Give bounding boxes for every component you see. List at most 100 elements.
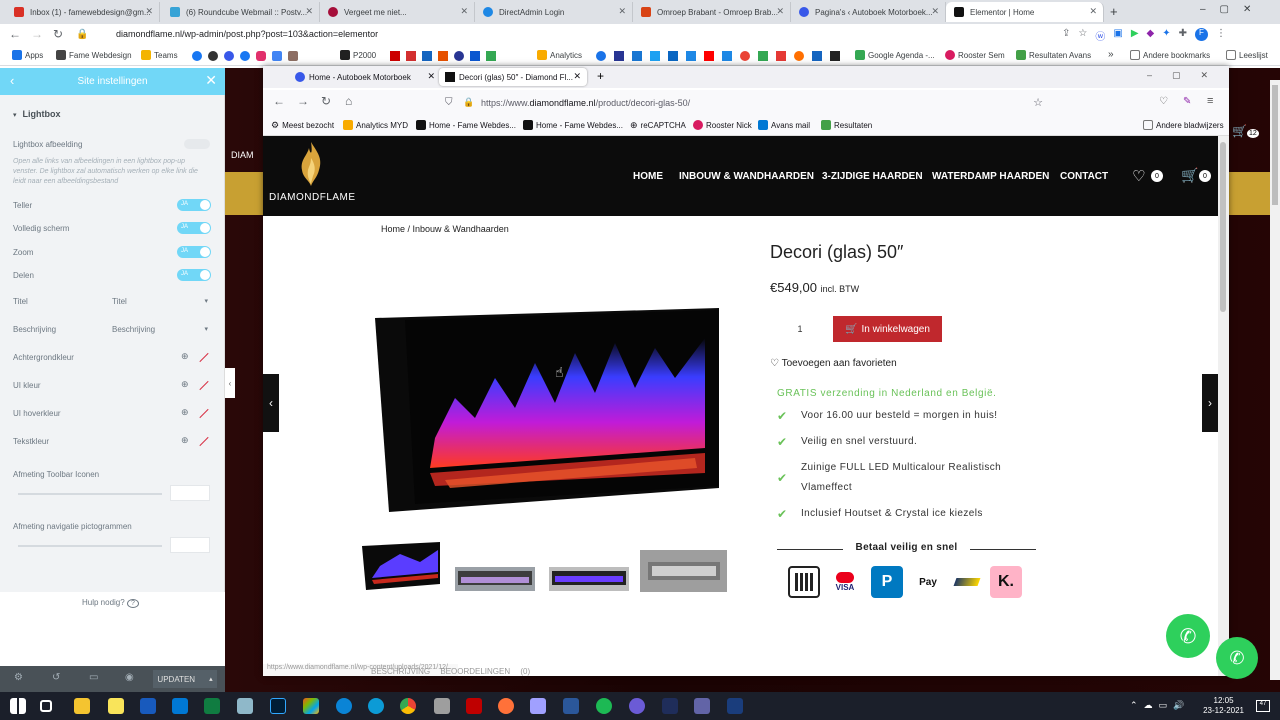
site-icon[interactable] (438, 51, 448, 61)
pocket-icon[interactable]: ♡ (1159, 96, 1168, 107)
caret-up-icon[interactable]: ▴ (209, 675, 213, 683)
window-controls[interactable]: –▢✕ (1147, 70, 1228, 81)
chrome-tab[interactable]: (6) Roundcube Webmail :: Postv... ✕ (162, 2, 320, 22)
app-icon[interactable] (629, 698, 645, 714)
hamburger-menu-icon[interactable]: ≡ (1207, 95, 1213, 107)
product-thumbnail[interactable] (549, 554, 629, 604)
bookmark[interactable]: Rooster Sem (945, 50, 1005, 60)
site-icon[interactable] (776, 51, 786, 61)
bookmark[interactable]: Home - Fame Webdes... (523, 120, 623, 130)
app-icon[interactable] (237, 698, 253, 714)
product-tabs[interactable]: BESCHRIJVING BEOORDELINGEN (0) (371, 667, 530, 676)
app-icon[interactable] (727, 698, 743, 714)
cart-icon[interactable]: 🛒 (1181, 167, 1198, 184)
bookmark[interactable]: Rooster Nick (693, 120, 752, 130)
quantity-input[interactable]: 1 (770, 316, 830, 342)
close-icon[interactable]: ✕ (1089, 6, 1097, 17)
gallery-next-arrow[interactable]: › (1202, 374, 1218, 432)
nav-waterdamp-haarden[interactable]: WATERDAMP HAARDEN (932, 171, 1049, 182)
site-icon[interactable] (192, 51, 202, 61)
bookmark[interactable]: Resultaten (821, 120, 872, 130)
product-main-image[interactable] (375, 308, 719, 512)
product-thumbnail[interactable] (455, 554, 535, 604)
filezilla-icon[interactable] (466, 698, 482, 714)
site-icon[interactable] (208, 51, 218, 61)
wordpress-ext-icon[interactable]: ⓦ (1095, 28, 1105, 43)
color-swatch-empty[interactable] (199, 436, 209, 447)
nav-home[interactable]: HOME (633, 171, 663, 182)
site-icon[interactable] (454, 51, 464, 61)
share-icon[interactable]: ⇪ (1062, 28, 1070, 43)
ext-icon[interactable]: ✦ (1162, 28, 1170, 43)
add-to-cart-button[interactable]: 🛒 In winkelwagen (833, 316, 942, 342)
app-icon[interactable] (662, 698, 678, 714)
maps-icon[interactable] (758, 51, 768, 61)
close-icon[interactable]: ✕ (573, 71, 581, 82)
windows-start-icon[interactable] (10, 698, 26, 714)
navigation-icon-size-slider[interactable] (18, 545, 162, 547)
instagram-icon[interactable] (256, 51, 266, 61)
color-swatch-empty[interactable] (199, 408, 209, 419)
close-icon[interactable]: ✕ (618, 6, 626, 17)
close-icon[interactable]: ✕ (205, 72, 217, 89)
product-thumbnail[interactable] (360, 540, 442, 590)
bookmark[interactable]: ⊕ reCAPTCHA (630, 120, 686, 131)
home-icon[interactable]: ⌂ (345, 94, 352, 108)
history-icon[interactable]: ↺ (52, 672, 60, 683)
bookmark[interactable]: Teams (141, 50, 178, 60)
teams-icon[interactable] (694, 698, 710, 714)
title-select[interactable]: Titel ▾ (112, 297, 210, 306)
nav-inbouw-wandhaarden[interactable]: INBOUW & WANDHAARDEN (679, 171, 814, 182)
close-icon[interactable]: ✕ (460, 6, 468, 17)
edge-icon[interactable] (368, 698, 384, 714)
chrome-tab[interactable]: DirectAdmin Login ✕ (475, 2, 633, 22)
lightbox-image-toggle[interactable] (184, 139, 210, 149)
color-swatch-empty[interactable] (199, 352, 209, 363)
flame-logo-icon[interactable] (297, 140, 325, 188)
chrome-address-bar[interactable]: diamondflame.nl/wp-admin/post.php?post=1… (116, 29, 378, 39)
update-button[interactable]: UPDATEN ▴ (153, 670, 217, 688)
site-icon[interactable] (812, 51, 822, 61)
other-bookmarks[interactable]: Andere bladwijzers (1143, 120, 1224, 130)
chrome-tab-active[interactable]: Elementor | Home ✕ (946, 2, 1104, 22)
new-ext-icon[interactable]: ▣ (1113, 28, 1122, 43)
taskbar-clock[interactable]: 12:05 23-12-2021 (1203, 696, 1244, 716)
site-logo-text[interactable]: DIAMONDFLAME (269, 192, 356, 203)
zoom-toggle[interactable]: JA (177, 246, 211, 258)
firefox-tab[interactable]: Home - Autoboek Motorboek ✕ (289, 68, 435, 86)
description-select[interactable]: Beschrijving ▾ (112, 325, 210, 334)
firefox-tab-active[interactable]: Decori (glas) 50″ - Diamond Fl... ✕ (439, 68, 587, 86)
panel-collapse-handle[interactable]: ‹ (225, 368, 235, 398)
wishlist-heart-icon[interactable]: ♡ (1132, 167, 1145, 185)
site-icon[interactable] (632, 51, 642, 61)
app-icon[interactable] (563, 698, 579, 714)
facebook-icon[interactable] (240, 51, 250, 61)
site-icon[interactable] (470, 51, 480, 61)
ie-icon[interactable] (336, 698, 352, 714)
reload-icon[interactable]: ↻ (53, 27, 63, 41)
puzzle-icon[interactable]: ✚ (1179, 28, 1187, 43)
product-thumbnail[interactable] (640, 546, 727, 596)
share-toggle[interactable]: JA (177, 269, 211, 281)
gallery-prev-arrow[interactable]: ‹ (263, 374, 279, 432)
forward-icon[interactable]: → (297, 94, 309, 108)
site-icon[interactable] (614, 51, 624, 61)
youtube-icon[interactable] (704, 51, 714, 61)
back-icon[interactable]: ← (273, 94, 285, 108)
bookmark[interactable]: ⚙ Meest bezocht (271, 120, 334, 131)
bookmark[interactable]: Analytics MYD (343, 120, 408, 130)
close-icon[interactable]: ✕ (427, 71, 435, 82)
help-link[interactable]: Hulp nodig? ? (82, 598, 139, 608)
bookmark[interactable]: Google Agenda -... (855, 50, 935, 60)
more-bookmarks-icon[interactable]: » (1108, 49, 1114, 60)
spotify-icon[interactable] (596, 698, 612, 714)
preview-eye-icon[interactable]: ◉ (125, 672, 134, 683)
bookmark[interactable]: Home - Fame Webdes... (416, 120, 516, 130)
globe-icon[interactable]: ⊕ (181, 407, 189, 418)
whatsapp-button[interactable]: ✆ (1216, 637, 1258, 679)
new-tab-button[interactable]: + (597, 69, 604, 83)
settings-icon[interactable]: ⚙ (14, 672, 23, 683)
globe-icon[interactable]: ⊕ (181, 435, 189, 446)
bookmark[interactable]: Avans mail (758, 120, 810, 130)
site-icon[interactable] (422, 51, 432, 61)
